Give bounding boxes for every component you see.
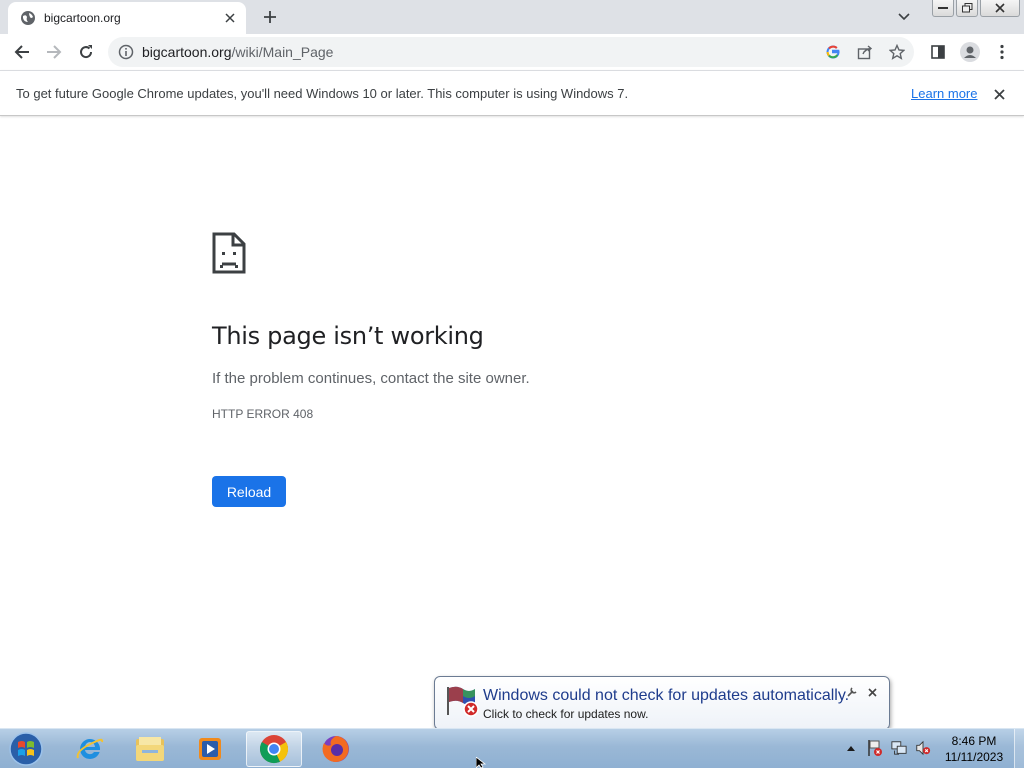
start-button[interactable] bbox=[6, 731, 46, 767]
reload-button[interactable]: Reload bbox=[212, 476, 286, 507]
firefox-icon[interactable] bbox=[308, 731, 364, 767]
update-infobar: To get future Google Chrome updates, you… bbox=[0, 70, 1024, 116]
tab-title: bigcartoon.org bbox=[44, 11, 121, 25]
browser-titlebar: bigcartoon.org bbox=[0, 0, 1024, 34]
address-bar[interactable]: bigcartoon.org/wiki/Main_Page bbox=[108, 37, 914, 67]
window-close-icon[interactable] bbox=[980, 0, 1020, 17]
learn-more-link[interactable]: Learn more bbox=[911, 86, 977, 101]
browser-toolbar: bigcartoon.org/wiki/Main_Page bbox=[0, 34, 1024, 70]
url-host: bigcartoon.org bbox=[142, 44, 232, 60]
window-controls bbox=[932, 0, 1020, 17]
bookmark-star-icon[interactable] bbox=[888, 43, 906, 61]
forward-arrow-icon[interactable] bbox=[42, 40, 66, 64]
tab-search-chevron-icon[interactable] bbox=[894, 8, 914, 26]
media-player-icon[interactable] bbox=[182, 731, 238, 767]
tab-close-icon[interactable] bbox=[220, 8, 240, 28]
mouse-cursor-icon bbox=[476, 757, 487, 768]
browser-tab[interactable]: bigcartoon.org bbox=[8, 2, 246, 34]
reload-icon[interactable] bbox=[74, 40, 98, 64]
volume-muted-icon[interactable] bbox=[915, 739, 931, 757]
clock-date: 11/11/2023 bbox=[944, 750, 1004, 764]
google-icon[interactable] bbox=[824, 43, 842, 61]
share-icon[interactable] bbox=[856, 43, 874, 61]
back-arrow-icon[interactable] bbox=[10, 40, 34, 64]
error-title: This page isn’t working bbox=[212, 322, 484, 350]
infobar-message: To get future Google Chrome updates, you… bbox=[16, 86, 629, 101]
new-tab-plus-icon[interactable] bbox=[258, 6, 282, 28]
internet-explorer-icon[interactable] bbox=[62, 731, 118, 767]
update-notification-balloon[interactable]: Windows could not check for updates auto… bbox=[434, 676, 890, 730]
infobar-close-icon[interactable] bbox=[990, 85, 1008, 103]
notification-body: Click to check for updates now. bbox=[483, 707, 649, 721]
chrome-icon[interactable] bbox=[246, 731, 302, 767]
notification-close-icon[interactable] bbox=[865, 685, 879, 699]
file-explorer-icon[interactable] bbox=[122, 731, 178, 767]
sad-page-icon bbox=[212, 232, 246, 274]
notification-title: Windows could not check for updates auto… bbox=[483, 687, 850, 704]
system-clock[interactable]: 8:46 PM 11/11/2023 bbox=[938, 733, 1010, 765]
profile-avatar-icon[interactable] bbox=[958, 40, 982, 64]
action-center-error-icon[interactable] bbox=[867, 739, 883, 757]
clock-time: 8:46 PM bbox=[951, 734, 997, 748]
windows-taskbar: 8:46 PM 11/11/2023 bbox=[0, 728, 1024, 768]
side-panel-icon[interactable] bbox=[926, 40, 950, 64]
error-code: HTTP ERROR 408 bbox=[212, 407, 314, 421]
windows-update-flag-error-icon bbox=[445, 685, 481, 717]
url-text: bigcartoon.org/wiki/Main_Page bbox=[142, 44, 333, 60]
network-icon[interactable] bbox=[891, 739, 907, 757]
site-info-icon[interactable] bbox=[118, 44, 134, 60]
restore-icon[interactable] bbox=[956, 0, 978, 17]
url-path: /wiki/Main_Page bbox=[231, 44, 334, 60]
minimize-icon[interactable] bbox=[932, 0, 954, 17]
show-desktop-button[interactable] bbox=[1014, 729, 1024, 768]
error-subtitle: If the problem continues, contact the si… bbox=[212, 370, 530, 387]
wrench-options-icon[interactable] bbox=[845, 685, 859, 699]
show-hidden-icons-arrow[interactable] bbox=[843, 739, 859, 757]
menu-kebab-icon[interactable] bbox=[990, 40, 1014, 64]
globe-icon bbox=[20, 10, 36, 26]
